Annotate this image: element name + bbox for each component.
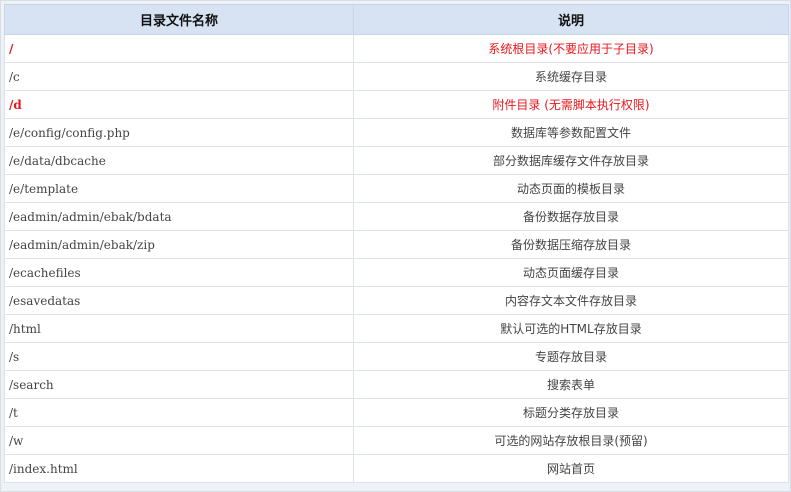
- table-row: /w 可选的网站存放根目录(预留): [4, 426, 789, 455]
- description-cell: 备份数据压缩存放目录: [353, 230, 789, 259]
- description-cell: 动态页面缓存目录: [353, 258, 789, 287]
- table-row: /s 专题存放目录: [4, 342, 789, 371]
- description-cell: 网站首页: [353, 454, 789, 483]
- table-frame: 目录文件名称 说明 / 系统根目录(不要应用于子目录)/c 系统缓存目录/d 附件目录…: [0, 0, 791, 492]
- header-row: 目录文件名称 说明: [4, 4, 789, 35]
- directory-path-cell: /eadmin/admin/ebak/zip: [4, 230, 354, 259]
- table-row: /t 标题分类存放目录: [4, 398, 789, 427]
- table-row: /search 搜索表单: [4, 370, 789, 399]
- table-row: /ecachefiles 动态页面缓存目录: [4, 258, 789, 287]
- directory-path-cell: /esavedatas: [4, 286, 354, 315]
- description-cell: 标题分类存放目录: [353, 398, 789, 427]
- description-cell: 系统根目录(不要应用于子目录): [353, 34, 789, 63]
- description-cell: 内容存文本文件存放目录: [353, 286, 789, 315]
- description-cell: 默认可选的HTML存放目录: [353, 314, 789, 343]
- table-row: /c 系统缓存目录: [4, 62, 789, 91]
- directory-path-cell: /s: [4, 342, 354, 371]
- description-cell: 可选的网站存放根目录(预留): [353, 426, 789, 455]
- directory-path-cell: /e/template: [4, 174, 354, 203]
- description-cell: 系统缓存目录: [353, 62, 789, 91]
- directory-path-cell: /eadmin/admin/ebak/bdata: [4, 202, 354, 231]
- directory-path-cell: /e/data/dbcache: [4, 146, 354, 175]
- directory-path-cell: /e/config/config.php: [4, 118, 354, 147]
- table-row: /e/data/dbcache 部分数据库缓存文件存放目录: [4, 146, 789, 175]
- directory-path-cell: /c: [4, 62, 354, 91]
- directory-path-cell: /w: [4, 426, 354, 455]
- directory-path-cell: /t: [4, 398, 354, 427]
- column-header-description: 说明: [353, 4, 789, 35]
- table-row: /index.html 网站首页: [4, 454, 789, 483]
- table-row: /esavedatas 内容存文本文件存放目录: [4, 286, 789, 315]
- description-cell: 附件目录 (无需脚本执行权限): [353, 90, 789, 119]
- table-row: /d 附件目录 (无需脚本执行权限): [4, 90, 789, 119]
- directory-path-cell: /index.html: [4, 454, 354, 483]
- column-header-name: 目录文件名称: [4, 4, 354, 35]
- description-cell: 动态页面的模板目录: [353, 174, 789, 203]
- table-body: / 系统根目录(不要应用于子目录)/c 系统缓存目录/d 附件目录 (无需脚本执行权限…: [4, 34, 789, 483]
- description-cell: 搜索表单: [353, 370, 789, 399]
- table-header: 目录文件名称 说明: [4, 4, 789, 35]
- table-row: / 系统根目录(不要应用于子目录): [4, 34, 789, 63]
- directory-path-cell: /ecachefiles: [4, 258, 354, 287]
- table-row: /e/template 动态页面的模板目录: [4, 174, 789, 203]
- directory-path-cell: /html: [4, 314, 354, 343]
- description-cell: 备份数据存放目录: [353, 202, 789, 231]
- table-row: /eadmin/admin/ebak/bdata 备份数据存放目录: [4, 202, 789, 231]
- table-row: /e/config/config.php 数据库等参数配置文件: [4, 118, 789, 147]
- table-row: /eadmin/admin/ebak/zip 备份数据压缩存放目录: [4, 230, 789, 259]
- directory-table: 目录文件名称 说明 / 系统根目录(不要应用于子目录)/c 系统缓存目录/d 附件目录…: [4, 4, 789, 483]
- description-cell: 数据库等参数配置文件: [353, 118, 789, 147]
- description-cell: 部分数据库缓存文件存放目录: [353, 146, 789, 175]
- description-cell: 专题存放目录: [353, 342, 789, 371]
- directory-path-cell: /d: [4, 90, 354, 119]
- directory-path-cell: /search: [4, 370, 354, 399]
- table-row: /html 默认可选的HTML存放目录: [4, 314, 789, 343]
- directory-path-cell: /: [4, 34, 354, 63]
